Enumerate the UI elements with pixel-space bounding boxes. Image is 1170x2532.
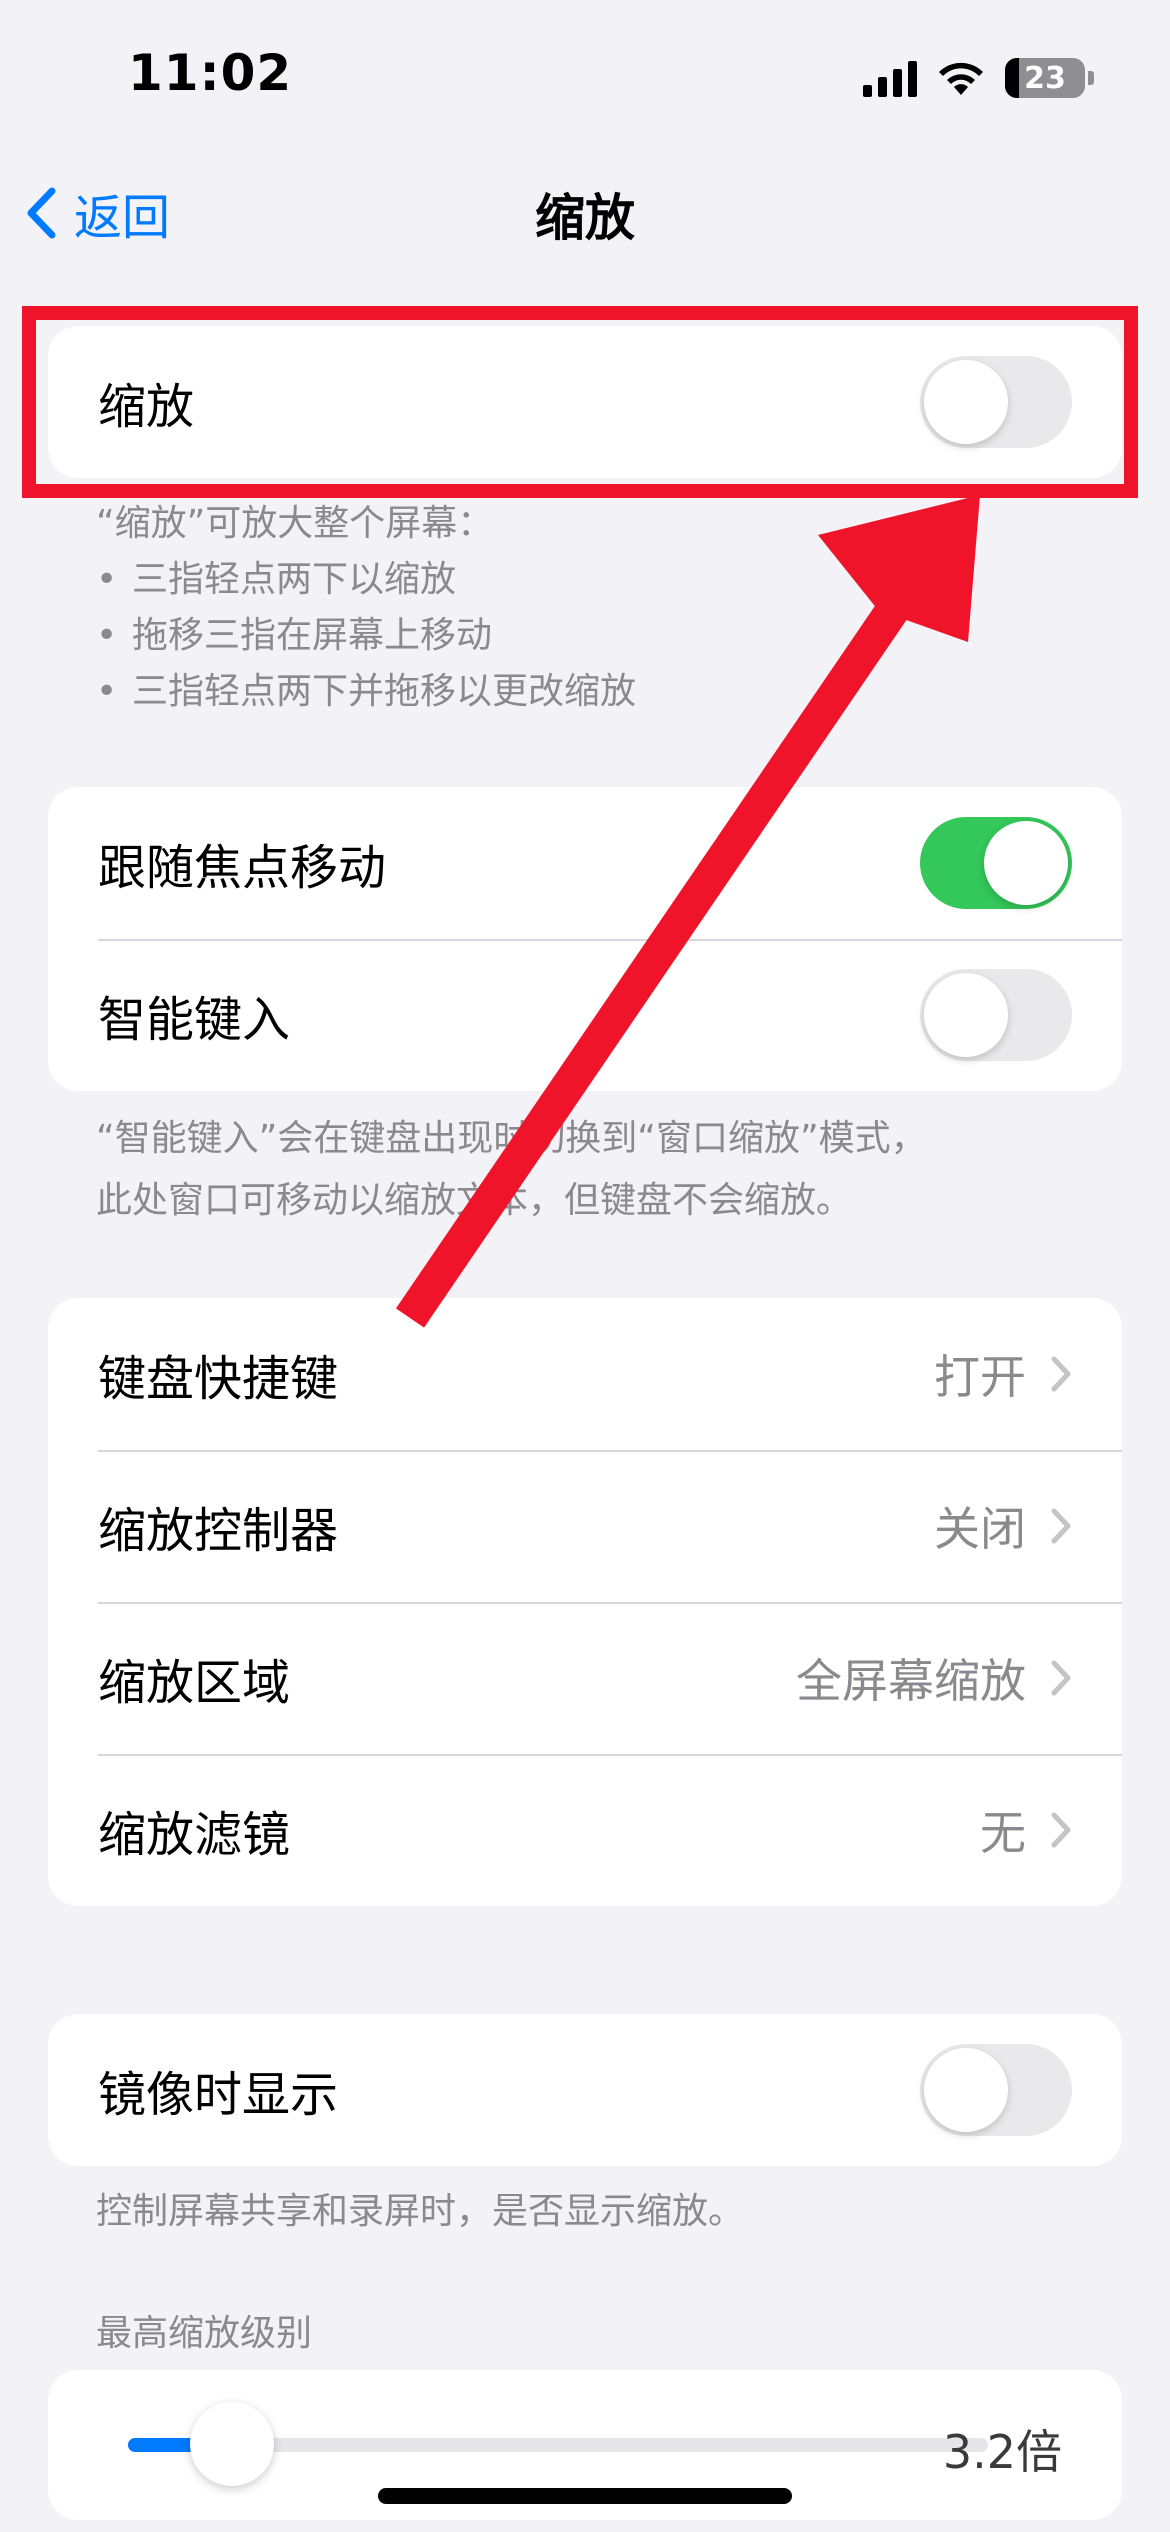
mirror-footer: 控制屏幕共享和录屏时，是否显示缩放。 (96, 2191, 745, 2232)
wifi-icon (939, 62, 983, 95)
mirror-group: 镜像时显示 (48, 2014, 1122, 2166)
smart-typing-footer-line: “智能键入”会在键盘出现时切换到“窗口缩放”模式， (96, 1118, 927, 1159)
toggle-knob (984, 821, 1068, 905)
chevron-right-icon (1051, 1812, 1071, 1848)
smart-typing-toggle[interactable] (920, 969, 1072, 1061)
zoom-controller-label: 缩放控制器 (98, 1503, 339, 1559)
zoom-footer: “缩放”可放大整个屏幕： 三指轻点两下以缩放 拖移三指在屏幕上移动 三指轻点两下… (96, 496, 1096, 720)
show-while-mirroring-label: 镜像时显示 (98, 2067, 339, 2123)
zoom-region-row[interactable]: 缩放区域 全屏幕缩放 (48, 1602, 1122, 1754)
keyboard-shortcuts-value: 打开 (934, 1350, 1026, 1404)
status-bar: 11:02 23 (0, 0, 1170, 150)
zoom-options-group: 键盘快捷键 打开 缩放控制器 关闭 缩放区域 全屏幕缩放 缩放滤镜 无 (48, 1298, 1122, 1906)
show-while-mirroring-toggle[interactable] (920, 2044, 1072, 2136)
battery-icon: 23 (1005, 58, 1094, 98)
keyboard-shortcuts-row[interactable]: 键盘快捷键 打开 (48, 1298, 1122, 1450)
toggle-knob (924, 973, 1008, 1057)
focus-group: 跟随焦点移动 智能键入 (48, 787, 1122, 1091)
zoom-controller-row[interactable]: 缩放控制器 关闭 (48, 1450, 1122, 1602)
smart-typing-row: 智能键入 (48, 939, 1122, 1091)
zoom-footer-bullet: 三指轻点两下并拖移以更改缩放 (96, 664, 1096, 720)
status-icons: 23 (863, 55, 1094, 101)
navigation-bar: 返回 缩放 (0, 150, 1170, 260)
follow-focus-toggle[interactable] (920, 817, 1072, 909)
cellular-signal-icon (863, 59, 917, 97)
follow-focus-row: 跟随焦点移动 (48, 787, 1122, 939)
max-zoom-value: 3.2倍 (942, 2425, 1062, 2479)
home-indicator (378, 2488, 792, 2504)
zoom-region-value: 全屏幕缩放 (796, 1654, 1026, 1708)
smart-typing-footer: “智能键入”会在键盘出现时切换到“窗口缩放”模式， 此处窗口可移动以缩放文本，但… (96, 1108, 1096, 1232)
zoom-region-label: 缩放区域 (98, 1655, 291, 1711)
battery-percent: 23 (1024, 60, 1066, 96)
smart-typing-footer-line: 此处窗口可移动以缩放文本，但键盘不会缩放。 (96, 1180, 853, 1221)
status-time: 11:02 (128, 44, 293, 102)
smart-typing-label: 智能键入 (98, 992, 291, 1048)
chevron-right-icon (1051, 1356, 1071, 1392)
chevron-right-icon (1051, 1508, 1071, 1544)
keyboard-shortcuts-label: 键盘快捷键 (98, 1351, 339, 1407)
toggle-knob (924, 2048, 1008, 2132)
zoom-filter-row[interactable]: 缩放滤镜 无 (48, 1754, 1122, 1906)
zoom-controller-value: 关闭 (934, 1502, 1026, 1556)
zoom-footer-intro: “缩放”可放大整个屏幕： (96, 503, 494, 544)
zoom-filter-value: 无 (980, 1806, 1026, 1860)
max-zoom-slider-thumb[interactable] (190, 2402, 274, 2486)
zoom-footer-bullet: 三指轻点两下以缩放 (96, 552, 1096, 608)
follow-focus-label: 跟随焦点移动 (98, 840, 387, 896)
show-while-mirroring-row: 镜像时显示 (48, 2014, 1122, 2166)
annotation-highlight-box (22, 306, 1138, 498)
max-zoom-header: 最高缩放级别 (96, 2313, 313, 2354)
zoom-footer-bullet: 拖移三指在屏幕上移动 (96, 608, 1096, 664)
page-title: 缩放 (535, 189, 635, 247)
chevron-right-icon (1051, 1660, 1071, 1696)
zoom-filter-label: 缩放滤镜 (98, 1807, 291, 1863)
